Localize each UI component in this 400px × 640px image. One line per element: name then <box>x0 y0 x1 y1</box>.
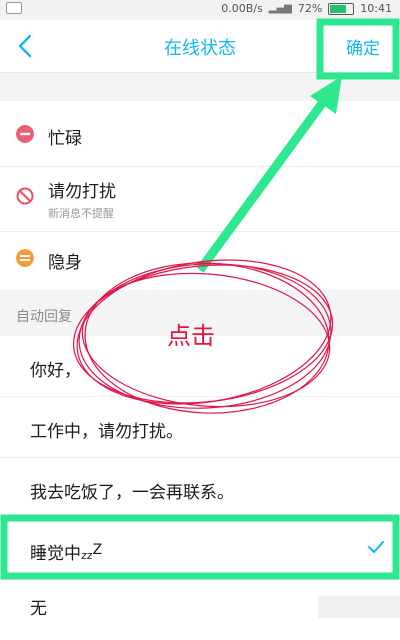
sleep-zz: zzZ <box>81 542 103 562</box>
status-do-not-disturb[interactable]: 请勿打扰 新消息不提醒 <box>0 167 400 232</box>
notification-icon <box>6 2 22 14</box>
clock: 10:41 <box>360 2 392 15</box>
section-title: 自动回复 <box>16 309 72 325</box>
status-bar: 0.00B/s ▂▄▆ 72% 10:41 <box>0 0 400 20</box>
status-label: 请勿打扰 <box>48 182 116 202</box>
page-title: 在线状态 <box>164 38 236 59</box>
checkmark-icon <box>368 541 384 553</box>
watermark-area <box>318 596 400 618</box>
click-annotation-label: 点击 <box>167 322 215 350</box>
status-sublabel: 新消息不提醒 <box>48 207 114 220</box>
status-label: 忙碌 <box>48 129 82 149</box>
status-busy[interactable]: 忙碌 <box>0 102 400 167</box>
reply-text: 我去吃饭了，一会再联系。 <box>30 483 234 503</box>
status-label: 隐身 <box>48 253 82 273</box>
status-invisible[interactable]: 隐身 <box>0 232 400 288</box>
status-indicators: 0.00B/s ▂▄▆ 72% 10:41 <box>221 2 392 15</box>
auto-reply-item[interactable]: 我去吃饭了，一会再联系。 <box>0 458 400 519</box>
invisible-icon <box>16 249 34 267</box>
auto-reply-item-selected[interactable]: 睡觉中zzZ <box>0 519 400 580</box>
navigation-bar: 在线状态 <box>0 20 400 73</box>
reply-text: 你好， <box>30 361 81 381</box>
reply-text: 工作中，请勿打扰。 <box>30 422 183 442</box>
do-not-disturb-icon <box>16 187 34 205</box>
battery-icon <box>328 2 355 15</box>
reply-text: 睡觉中zzZ <box>30 542 103 564</box>
signal-icon: ▂▄▆ <box>268 3 292 14</box>
busy-icon <box>16 125 34 143</box>
reply-text: 无 <box>30 599 47 619</box>
confirm-button[interactable]: 确定 <box>346 34 380 59</box>
battery-percent: 72% <box>297 2 323 15</box>
auto-reply-item[interactable]: 工作中，请勿打扰。 <box>0 397 400 458</box>
section-divider <box>0 73 400 101</box>
net-speed: 0.00B/s <box>221 2 263 15</box>
